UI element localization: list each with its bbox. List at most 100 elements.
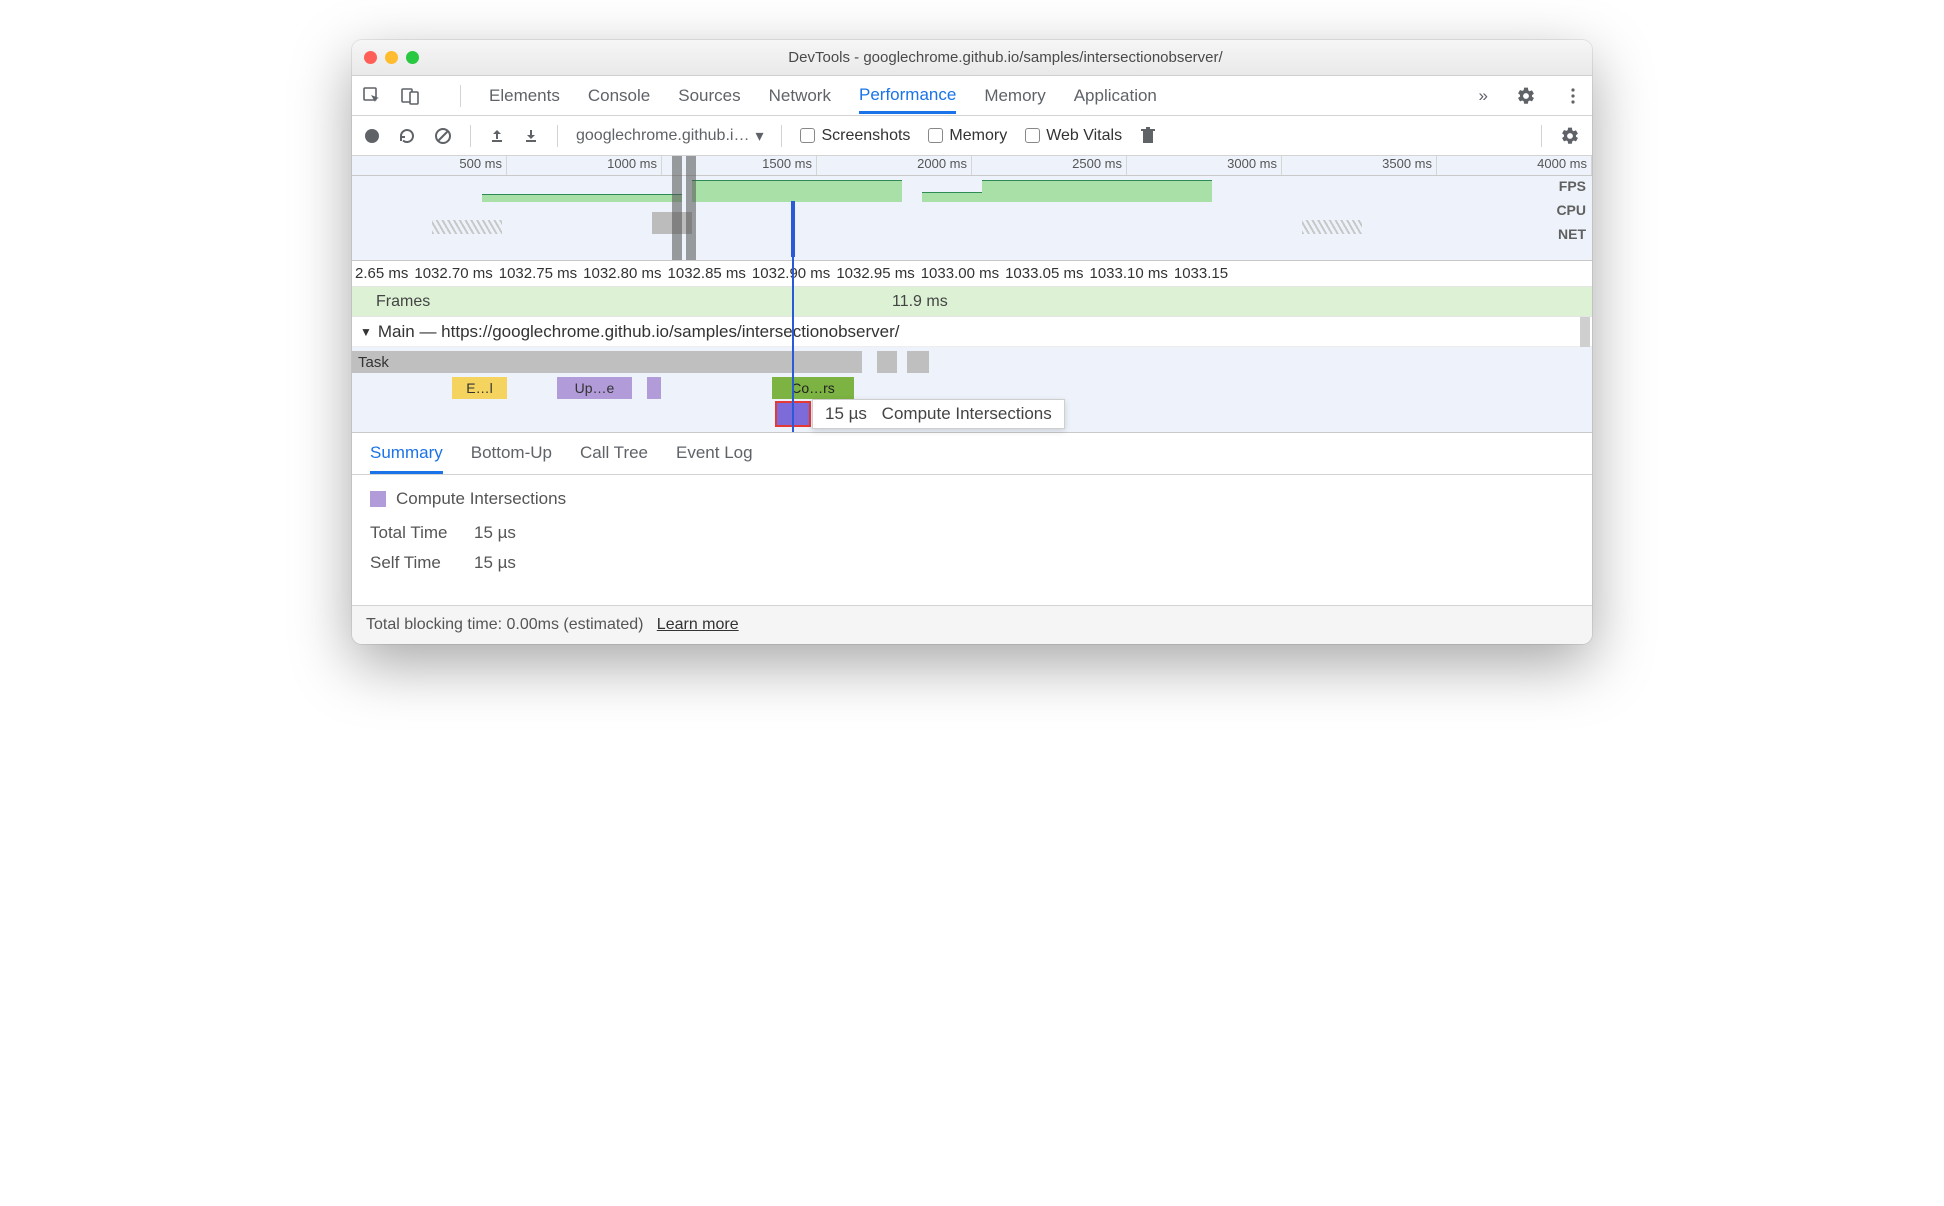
close-icon[interactable]	[364, 51, 377, 64]
screenshots-label: Screenshots	[821, 127, 910, 145]
self-time-label: Self Time	[370, 553, 460, 573]
brush-handle-right[interactable]	[686, 156, 696, 260]
flame-event[interactable]: Co…rs	[772, 377, 854, 399]
flame-event[interactable]: E…l	[452, 377, 507, 399]
summary-event-name: Compute Intersections	[396, 489, 566, 509]
main-thread-header[interactable]: ▼ Main — https://googlechrome.github.io/…	[352, 317, 1592, 347]
tick: 1000 ms	[507, 156, 662, 175]
tick: 4000 ms	[1437, 156, 1592, 175]
checkbox-icon	[800, 128, 815, 143]
separator	[470, 125, 471, 147]
overview-track-labels: FPS CPU NET	[1556, 178, 1586, 242]
tab-memory[interactable]: Memory	[984, 78, 1045, 114]
reload-icon[interactable]	[398, 127, 416, 145]
tab-performance[interactable]: Performance	[859, 77, 956, 114]
separator	[781, 125, 782, 147]
tab-console[interactable]: Console	[588, 78, 650, 114]
overview-ruler: 500 ms 1000 ms 1500 ms 2000 ms 2500 ms 3…	[352, 156, 1592, 176]
dtab-call-tree[interactable]: Call Tree	[580, 443, 648, 474]
category-swatch-icon	[370, 491, 386, 507]
screenshots-toggle[interactable]: Screenshots	[800, 127, 910, 145]
blocking-time-text: Total blocking time: 0.00ms (estimated)	[366, 616, 643, 633]
checkbox-icon	[1025, 128, 1040, 143]
net-label: NET	[1556, 226, 1586, 242]
tick: 1033.15	[1171, 261, 1231, 286]
tick: 1032.75 ms	[496, 261, 580, 286]
overview-timeline[interactable]: 500 ms 1000 ms 1500 ms 2000 ms 2500 ms 3…	[352, 156, 1592, 261]
flame-event[interactable]: Up…e	[557, 377, 632, 399]
upload-icon[interactable]	[489, 128, 505, 144]
main-thread-label: Main — https://googlechrome.github.io/sa…	[378, 322, 900, 342]
tick: 2.65 ms	[352, 261, 411, 286]
time-marker[interactable]	[792, 257, 794, 432]
tab-application[interactable]: Application	[1074, 78, 1157, 114]
memory-label: Memory	[949, 127, 1007, 145]
download-icon[interactable]	[523, 128, 539, 144]
learn-more-link[interactable]: Learn more	[657, 616, 739, 633]
tick: 1033.05 ms	[1002, 261, 1086, 286]
summary-title-row: Compute Intersections	[370, 489, 1574, 509]
flame-task-small[interactable]	[877, 351, 897, 373]
self-time-value: 15 µs	[474, 553, 516, 573]
frames-track[interactable]: Frames 11.9 ms	[352, 287, 1592, 317]
devtools-window: DevTools - googlechrome.github.io/sample…	[352, 40, 1592, 644]
kebab-menu-icon[interactable]	[1564, 87, 1582, 105]
dtab-bottom-up[interactable]: Bottom-Up	[471, 443, 552, 474]
maximize-icon[interactable]	[406, 51, 419, 64]
webvitals-toggle[interactable]: Web Vitals	[1025, 127, 1122, 145]
tick: 1032.80 ms	[580, 261, 664, 286]
tick: 3500 ms	[1282, 156, 1437, 175]
tick: 2500 ms	[972, 156, 1127, 175]
summary-self-time: Self Time 15 µs	[370, 553, 1574, 573]
inspect-element-icon[interactable]	[362, 86, 382, 106]
total-time-value: 15 µs	[474, 523, 516, 543]
tick: 3000 ms	[1127, 156, 1282, 175]
main-tabs: Elements Console Sources Network Perform…	[352, 76, 1592, 116]
minimize-icon[interactable]	[385, 51, 398, 64]
flame-task[interactable]: Task	[352, 351, 862, 373]
separator	[557, 125, 558, 147]
titlebar: DevTools - googlechrome.github.io/sample…	[352, 40, 1592, 76]
dropdown-icon: ▾	[755, 126, 763, 146]
footer-bar: Total blocking time: 0.00ms (estimated) …	[352, 605, 1592, 644]
flame-event[interactable]	[647, 377, 661, 399]
fps-label: FPS	[1556, 178, 1586, 194]
frames-value: 11.9 ms	[892, 293, 948, 311]
trash-icon[interactable]	[1140, 127, 1156, 145]
profile-selector[interactable]: googlechrome.github.i… ▾	[576, 126, 763, 146]
clear-icon[interactable]	[434, 127, 452, 145]
performance-toolbar: googlechrome.github.i… ▾ Screenshots Mem…	[352, 116, 1592, 156]
disclosure-triangle-icon: ▼	[360, 325, 372, 339]
traffic-lights	[364, 51, 419, 64]
checkbox-icon	[928, 128, 943, 143]
record-icon[interactable]	[364, 128, 380, 144]
dtab-summary[interactable]: Summary	[370, 443, 443, 474]
memory-toggle[interactable]: Memory	[928, 127, 1007, 145]
more-tabs-icon[interactable]: »	[1479, 78, 1488, 114]
tab-sources[interactable]: Sources	[678, 78, 740, 114]
capture-settings-icon[interactable]	[1560, 126, 1580, 146]
tick: 1032.85 ms	[665, 261, 749, 286]
flame-tooltip: 15 µs Compute Intersections	[812, 399, 1065, 429]
fps-chart	[352, 176, 1556, 202]
detail-tabs: Summary Bottom-Up Call Tree Event Log	[352, 433, 1592, 475]
cpu-label: CPU	[1556, 202, 1586, 218]
tick: 1033.00 ms	[918, 261, 1002, 286]
tick: 1032.70 ms	[411, 261, 495, 286]
brush-handle-left[interactable]	[672, 156, 682, 260]
detail-ruler: 2.65 ms 1032.70 ms 1032.75 ms 1032.80 ms…	[352, 261, 1592, 287]
tab-network[interactable]: Network	[769, 78, 831, 114]
window-title: DevTools - googlechrome.github.io/sample…	[431, 49, 1580, 66]
tab-elements[interactable]: Elements	[489, 78, 560, 114]
flame-task-small[interactable]	[907, 351, 929, 373]
dtab-event-log[interactable]: Event Log	[676, 443, 753, 474]
settings-icon[interactable]	[1516, 86, 1536, 106]
separator	[460, 85, 461, 107]
tick: 500 ms	[352, 156, 507, 175]
device-toggle-icon[interactable]	[400, 86, 420, 106]
flame-chart[interactable]: Task E…l Up…e Co…rs 15 µs Compute Inters…	[352, 347, 1592, 433]
cpu-chart	[352, 210, 1556, 234]
profile-url: googlechrome.github.i…	[576, 127, 749, 145]
tick: 1033.10 ms	[1086, 261, 1170, 286]
frames-label: Frames	[352, 293, 430, 311]
